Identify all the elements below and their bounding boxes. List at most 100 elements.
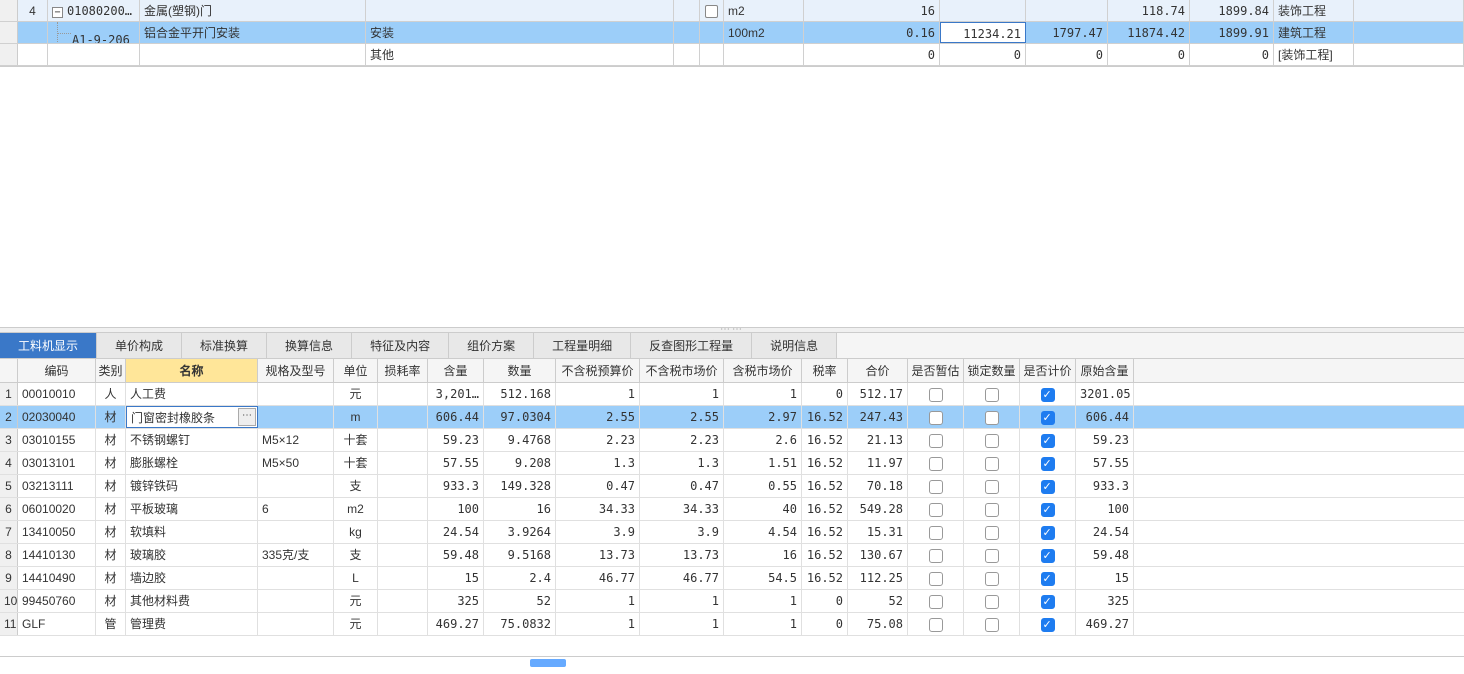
upper-grid-row[interactable]: 4−010802001001金属(塑钢)门m216118.741899.84装饰…	[0, 0, 1464, 22]
spec-cell[interactable]: 6	[258, 498, 334, 520]
name-cell[interactable]: 软填料	[126, 521, 258, 543]
price-2[interactable]: 0	[1026, 44, 1108, 65]
item-code[interactable]: A1-9-206	[48, 22, 140, 43]
budget-price-cell[interactable]: 46.77	[556, 567, 640, 589]
qty-cell[interactable]: 15	[428, 567, 484, 589]
amount-cell[interactable]: 3.9264	[484, 521, 556, 543]
price-checkbox-cell[interactable]	[1020, 498, 1076, 520]
material-row[interactable]: 1099450760材其他材料费元32552111052325	[0, 590, 1464, 613]
tax-rate-cell[interactable]: 16.52	[802, 475, 848, 497]
market-price-cell[interactable]: 1	[640, 613, 724, 635]
total-cell[interactable]: 21.13	[848, 429, 908, 451]
price-checkbox-cell[interactable]	[1020, 429, 1076, 451]
lock-checkbox[interactable]	[985, 618, 999, 632]
price-checkbox-cell[interactable]	[1020, 406, 1076, 428]
name-cell[interactable]: 镀锌铁码	[126, 475, 258, 497]
estimate-checkbox[interactable]	[929, 618, 943, 632]
budget-price-cell[interactable]: 34.33	[556, 498, 640, 520]
col-header[interactable]: 不含税市场价	[640, 359, 724, 382]
name-cell[interactable]: 其他材料费	[126, 590, 258, 612]
qty-cell[interactable]: 59.48	[428, 544, 484, 566]
estimate-checkbox[interactable]	[929, 388, 943, 402]
price-checkbox-cell[interactable]	[1020, 613, 1076, 635]
code-cell[interactable]: 13410050	[18, 521, 96, 543]
name-cell[interactable]: 门窗密封橡胶条⋯	[126, 406, 258, 428]
spec-cell[interactable]: 335克/支	[258, 544, 334, 566]
spec-cell[interactable]	[258, 383, 334, 405]
item-name[interactable]: 金属(塑钢)门	[140, 0, 366, 21]
qty-cell[interactable]: 606.44	[428, 406, 484, 428]
amount-cell[interactable]: 9.5168	[484, 544, 556, 566]
tax-price-cell[interactable]: 2.6	[724, 429, 802, 451]
original-qty-cell[interactable]: 469.27	[1076, 613, 1134, 635]
price-checkbox-cell[interactable]	[1020, 590, 1076, 612]
total-cell[interactable]: 11.97	[848, 452, 908, 474]
original-qty-cell[interactable]: 57.55	[1076, 452, 1134, 474]
material-row[interactable]: 914410490材墙边胶L152.446.7746.7754.516.5211…	[0, 567, 1464, 590]
total-cell[interactable]: 70.18	[848, 475, 908, 497]
material-row[interactable]: 303010155材不锈钢螺钉M5×12十套59.239.47682.232.2…	[0, 429, 1464, 452]
class-cell[interactable]: 人	[96, 383, 126, 405]
market-price-cell[interactable]: 1	[640, 590, 724, 612]
quantity[interactable]: 0.16	[804, 22, 940, 43]
col-header[interactable]: 是否暂估	[908, 359, 964, 382]
name-cell[interactable]: 膨胀螺栓	[126, 452, 258, 474]
loss-cell[interactable]	[378, 429, 428, 451]
qty-cell[interactable]: 325	[428, 590, 484, 612]
material-row[interactable]: 403013101材膨胀螺栓M5×50十套57.559.2081.31.31.5…	[0, 452, 1464, 475]
qty-cell[interactable]: 100	[428, 498, 484, 520]
market-price-cell[interactable]: 2.55	[640, 406, 724, 428]
market-price-cell[interactable]: 1.3	[640, 452, 724, 474]
price-3[interactable]: 118.74	[1108, 0, 1190, 21]
checkbox[interactable]	[705, 5, 718, 18]
tax-price-cell[interactable]: 1.51	[724, 452, 802, 474]
price-checkbox[interactable]	[1041, 526, 1055, 540]
price-2[interactable]: 1797.47	[1026, 22, 1108, 43]
ellipsis-button[interactable]: ⋯	[238, 408, 256, 426]
budget-price-cell[interactable]: 13.73	[556, 544, 640, 566]
tax-price-cell[interactable]: 1	[724, 383, 802, 405]
material-row[interactable]: 100010010人人工费元3,201…512.1681110512.17320…	[0, 383, 1464, 406]
unit-cell[interactable]: 支	[334, 475, 378, 497]
material-row[interactable]: 814410130材玻璃胶335克/支支59.489.516813.7313.7…	[0, 544, 1464, 567]
price-checkbox-cell[interactable]	[1020, 567, 1076, 589]
estimate-checkbox[interactable]	[929, 503, 943, 517]
estimate-checkbox[interactable]	[929, 434, 943, 448]
item-code[interactable]	[48, 44, 140, 65]
price-checkbox[interactable]	[1041, 388, 1055, 402]
tax-rate-cell[interactable]: 16.52	[802, 544, 848, 566]
col-header[interactable]: 规格及型号	[258, 359, 334, 382]
total-cell[interactable]: 15.31	[848, 521, 908, 543]
class-cell[interactable]: 管	[96, 613, 126, 635]
lock-checkbox[interactable]	[985, 526, 999, 540]
loss-cell[interactable]	[378, 498, 428, 520]
tax-rate-cell[interactable]: 16.52	[802, 406, 848, 428]
original-qty-cell[interactable]: 24.54	[1076, 521, 1134, 543]
price-checkbox-cell[interactable]	[1020, 383, 1076, 405]
material-row[interactable]: 11GLF管管理费元469.2775.0832111075.08469.27	[0, 613, 1464, 636]
lock-checkbox-cell[interactable]	[964, 498, 1020, 520]
original-qty-cell[interactable]: 3201.05	[1076, 383, 1134, 405]
name-cell[interactable]: 人工费	[126, 383, 258, 405]
market-price-cell[interactable]: 46.77	[640, 567, 724, 589]
code-cell[interactable]: 99450760	[18, 590, 96, 612]
name-cell[interactable]: 玻璃胶	[126, 544, 258, 566]
price-checkbox[interactable]	[1041, 411, 1055, 425]
tax-price-cell[interactable]: 40	[724, 498, 802, 520]
lock-checkbox[interactable]	[985, 434, 999, 448]
item-name[interactable]	[140, 44, 366, 65]
budget-price-cell[interactable]: 1	[556, 590, 640, 612]
tax-rate-cell[interactable]: 0	[802, 383, 848, 405]
unit-cell[interactable]: 十套	[334, 452, 378, 474]
name-cell[interactable]: 不锈钢螺钉	[126, 429, 258, 451]
budget-price-cell[interactable]: 1	[556, 383, 640, 405]
lock-checkbox-cell[interactable]	[964, 429, 1020, 451]
lock-checkbox-cell[interactable]	[964, 567, 1020, 589]
code-cell[interactable]: 03010155	[18, 429, 96, 451]
market-price-cell[interactable]: 3.9	[640, 521, 724, 543]
original-qty-cell[interactable]: 59.23	[1076, 429, 1134, 451]
estimate-checkbox[interactable]	[929, 549, 943, 563]
checkbox-cell[interactable]	[700, 22, 724, 43]
tab-8[interactable]: 说明信息	[752, 333, 837, 358]
loss-cell[interactable]	[378, 590, 428, 612]
